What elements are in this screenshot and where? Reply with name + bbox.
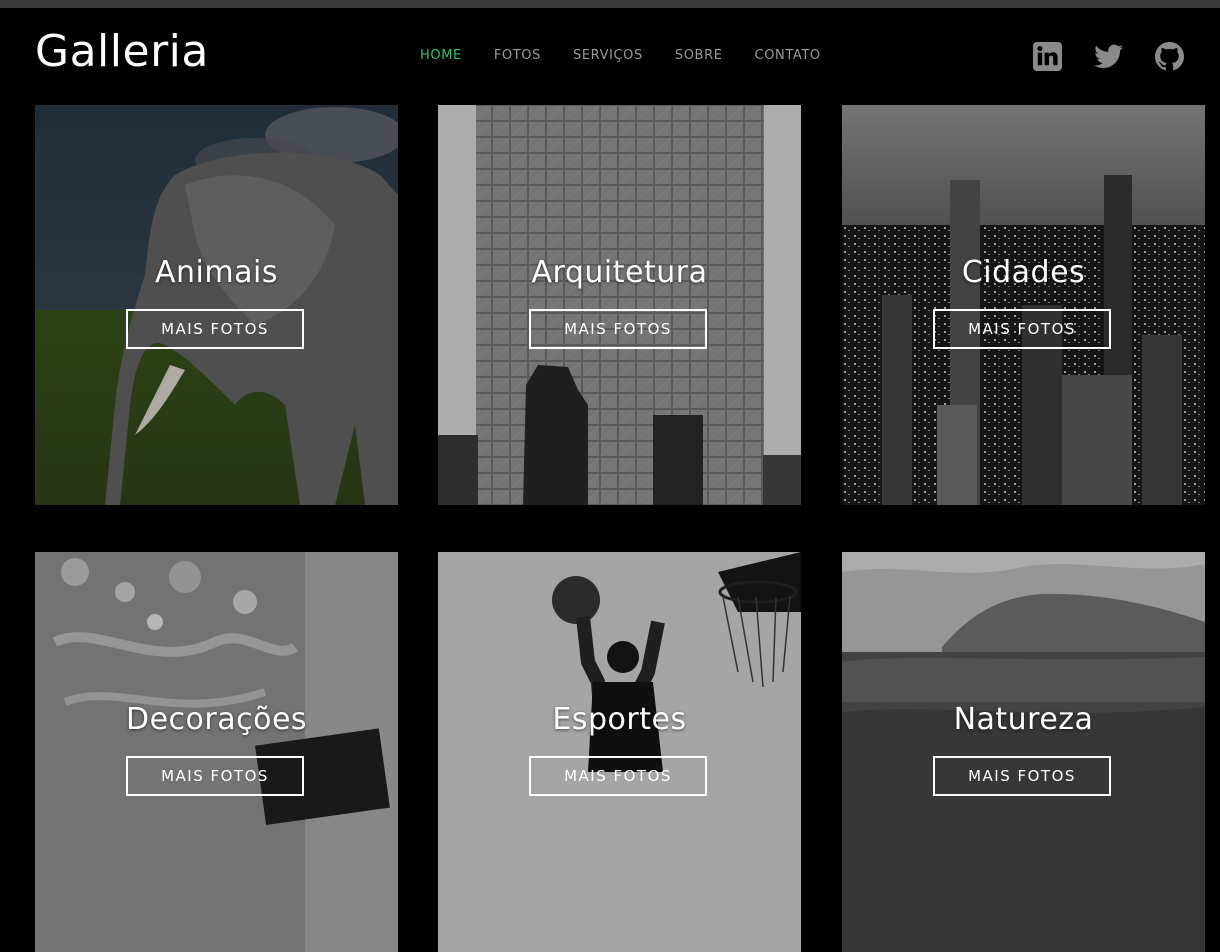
card-title: Cidades bbox=[961, 255, 1086, 290]
card-overlay bbox=[35, 552, 398, 952]
card-overlay bbox=[842, 105, 1205, 505]
linkedin-icon[interactable] bbox=[1032, 41, 1063, 72]
social-links bbox=[1032, 41, 1185, 72]
window-top-strip bbox=[0, 0, 1220, 8]
nav-contato[interactable]: CONTATO bbox=[755, 48, 821, 63]
mais-fotos-button[interactable]: MAIS FOTOS bbox=[126, 309, 304, 349]
gallery-card-cidades[interactable]: Cidades MAIS FOTOS bbox=[842, 105, 1205, 505]
nav-sobre[interactable]: SOBRE bbox=[675, 48, 723, 63]
card-title: Arquitetura bbox=[531, 255, 708, 290]
main-nav: HOME FOTOS SERVIÇOS SOBRE CONTATO bbox=[420, 48, 853, 63]
card-title: Decorações bbox=[125, 702, 308, 737]
gallery-card-animais[interactable]: Animais MAIS FOTOS bbox=[35, 105, 398, 505]
card-overlay bbox=[438, 552, 801, 952]
card-overlay bbox=[35, 105, 398, 505]
mais-fotos-button[interactable]: MAIS FOTOS bbox=[529, 309, 707, 349]
mais-fotos-button[interactable]: MAIS FOTOS bbox=[126, 756, 304, 796]
gallery-card-natureza[interactable]: Natureza MAIS FOTOS bbox=[842, 552, 1205, 952]
github-icon[interactable] bbox=[1154, 41, 1185, 72]
mais-fotos-button[interactable]: MAIS FOTOS bbox=[933, 309, 1111, 349]
gallery-card-arquitetura[interactable]: Arquitetura MAIS FOTOS bbox=[438, 105, 801, 505]
nav-home[interactable]: HOME bbox=[420, 48, 462, 63]
mais-fotos-button[interactable]: MAIS FOTOS bbox=[933, 756, 1111, 796]
card-title: Esportes bbox=[552, 702, 687, 737]
site-logo[interactable]: Galleria bbox=[35, 26, 209, 77]
card-overlay bbox=[438, 105, 801, 505]
card-title: Animais bbox=[155, 255, 278, 290]
card-overlay bbox=[842, 552, 1205, 952]
nav-fotos[interactable]: FOTOS bbox=[494, 48, 541, 63]
gallery-card-decoracoes[interactable]: Decorações MAIS FOTOS bbox=[35, 552, 398, 952]
gallery-card-esportes[interactable]: Esportes MAIS FOTOS bbox=[438, 552, 801, 952]
card-title: Natureza bbox=[953, 702, 1094, 737]
site-header: Galleria HOME FOTOS SERVIÇOS SOBRE CONTA… bbox=[0, 8, 1220, 104]
nav-servicos[interactable]: SERVIÇOS bbox=[573, 48, 643, 63]
mais-fotos-button[interactable]: MAIS FOTOS bbox=[529, 756, 707, 796]
twitter-icon[interactable] bbox=[1093, 41, 1124, 72]
